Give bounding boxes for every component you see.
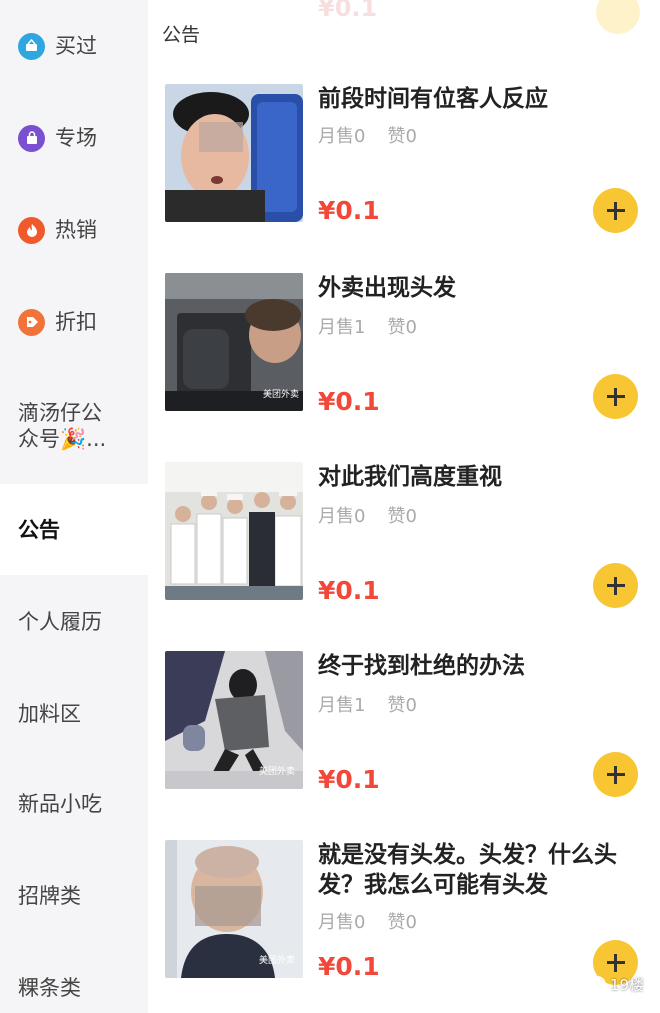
product-image[interactable]: 美团外卖	[165, 273, 303, 411]
sidebar-item-label: 招牌类	[18, 884, 81, 908]
like-count: 赞0	[387, 126, 417, 147]
wechat-logo-icon	[587, 975, 606, 994]
image-overlay-text: 美团外卖	[259, 956, 296, 966]
bag-icon	[18, 124, 45, 152]
sidebar-item-hot[interactable]: 热销	[0, 208, 148, 252]
product-stats: 月售1 赞0	[318, 313, 417, 339]
product-stats: 月售0 赞0	[318, 122, 417, 148]
sidebar-item-label: 个人履历	[18, 610, 102, 634]
section-title: 公告	[162, 24, 201, 46]
add-to-cart-button[interactable]	[593, 188, 638, 233]
category-sidebar: 买过 专场 热销 折扣 滴汤仔公众号🎉... 公告 个人履历 加料区 新品小吃 …	[0, 0, 148, 1013]
product-image[interactable]	[165, 84, 303, 222]
product-item[interactable]: 前段时间有位客人反应 月售0 赞0 ¥0.1	[165, 84, 660, 233]
sidebar-item-special[interactable]: 专场	[0, 116, 148, 160]
add-to-cart-button[interactable]	[593, 563, 638, 608]
sidebar-item-noodles[interactable]: 粿条类	[0, 966, 148, 1010]
product-name: 终于找到杜绝的办法	[318, 653, 525, 679]
like-count: 赞0	[387, 317, 417, 338]
like-count: 赞0	[387, 695, 417, 716]
watermark: 19楼	[587, 974, 644, 995]
flame-icon	[18, 216, 45, 244]
product-stats: 月售0 赞0	[318, 908, 417, 934]
product-stats: 月售0 赞0	[318, 502, 417, 528]
scrolled-add-button	[596, 0, 640, 34]
product-image[interactable]: 美团外卖	[165, 651, 303, 789]
sidebar-item-resume[interactable]: 个人履历	[0, 600, 148, 644]
product-item[interactable]: 美团外卖 终于找到杜绝的办法 月售1 赞0 ¥0.1	[165, 651, 660, 797]
sidebar-item-label: 折扣	[55, 310, 97, 334]
product-price: ¥0.1	[318, 576, 380, 605]
product-name: 就是没有头发。头发？什么头发？我怎么可能有头发	[318, 842, 617, 898]
sidebar-item-label: 专场	[55, 126, 97, 150]
monthly-sales: 月售1	[318, 317, 366, 338]
sidebar-item-label: 热销	[55, 218, 97, 242]
product-name: 前段时间有位客人反应	[318, 86, 548, 112]
sidebar-item-label: 新品小吃	[18, 792, 102, 816]
monthly-sales: 月售0	[318, 506, 366, 527]
sidebar-item-label: 公告	[18, 517, 60, 542]
watermark-text: 19楼	[609, 976, 644, 994]
product-list: ¥0.1 公告 前段时间有位客人反应 月售0 赞0 ¥0.1 美团外卖 外卖出现…	[148, 0, 660, 1013]
like-count: 赞0	[387, 912, 417, 933]
product-name: 对此我们高度重视	[318, 464, 502, 490]
add-to-cart-button[interactable]	[593, 752, 638, 797]
monthly-sales: 月售1	[318, 695, 366, 716]
sidebar-item-label: 买过	[55, 34, 97, 58]
sidebar-item-toppings[interactable]: 加料区	[0, 692, 148, 736]
add-to-cart-button[interactable]	[593, 374, 638, 419]
sidebar-item-official-account[interactable]: 滴汤仔公众号🎉...	[0, 400, 148, 460]
product-price: ¥0.1	[318, 196, 380, 225]
discount-tag-icon	[18, 308, 45, 336]
product-item[interactable]: 美团外卖 外卖出现头发 月售1 赞0 ¥0.1	[165, 273, 660, 419]
sidebar-item-signature[interactable]: 招牌类	[0, 874, 148, 918]
product-item[interactable]: 美团外卖 就是没有头发。头发？什么头发？我怎么可能有头发 月售0 赞0 ¥0.1	[165, 840, 660, 990]
monthly-sales: 月售0	[318, 126, 366, 147]
product-price: ¥0.1	[318, 387, 380, 416]
like-count: 赞0	[387, 506, 417, 527]
basket-icon	[18, 32, 45, 60]
sidebar-item-label: 滴汤仔公众号🎉...	[18, 401, 107, 451]
sidebar-item-bought[interactable]: 买过	[0, 24, 148, 68]
product-price: ¥0.1	[318, 765, 380, 794]
sidebar-item-discount[interactable]: 折扣	[0, 300, 148, 344]
product-name: 外卖出现头发	[318, 275, 456, 301]
product-item[interactable]: 对此我们高度重视 月售0 赞0 ¥0.1	[165, 462, 660, 608]
scrolled-price: ¥0.1	[318, 0, 378, 22]
sidebar-item-new-snacks[interactable]: 新品小吃	[0, 782, 148, 826]
product-image[interactable]: 美团外卖	[165, 840, 303, 978]
product-stats: 月售1 赞0	[318, 691, 417, 717]
sidebar-item-label: 粿条类	[18, 976, 81, 1000]
sidebar-item-label: 加料区	[18, 702, 81, 726]
product-price: ¥0.1	[318, 952, 380, 981]
product-image[interactable]	[165, 462, 303, 600]
sidebar-item-notice[interactable]: 公告	[0, 484, 148, 575]
image-overlay-text: 美团外卖	[263, 390, 300, 400]
image-overlay-text: 美团外卖	[259, 767, 296, 777]
monthly-sales: 月售0	[318, 912, 366, 933]
